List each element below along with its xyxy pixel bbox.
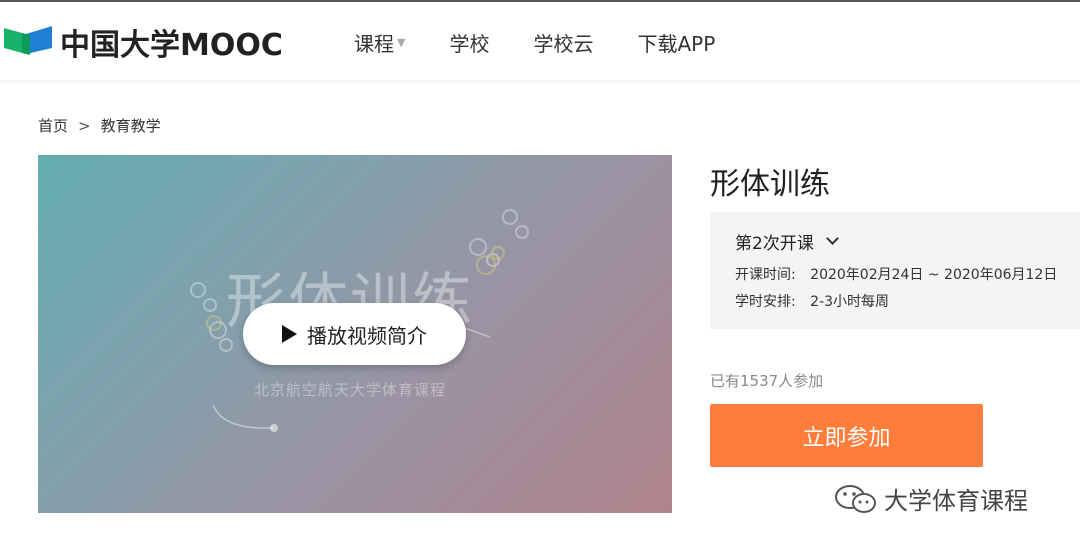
- course-title: 形体训练: [710, 167, 830, 202]
- nav-item-label: 课程: [354, 32, 394, 56]
- logo-text: 中国大学MOOC: [60, 28, 283, 63]
- enrollment-count: 已有1537人参加: [710, 372, 824, 390]
- breadcrumb-category-link[interactable]: 教育教学: [101, 115, 161, 136]
- nav-item-school-cloud[interactable]: 学校云: [533, 28, 593, 57]
- play-intro-label: 播放视频简介: [307, 323, 427, 348]
- nav-item-label: 学校云: [533, 32, 594, 56]
- course-time-label: 开课时间:: [735, 267, 796, 283]
- nav-item-download-app[interactable]: 下载APP: [637, 28, 715, 57]
- session-selector[interactable]: 第2次开课: [735, 229, 839, 254]
- play-intro-button[interactable]: 播放视频简介: [243, 303, 466, 365]
- top-border-line: [0, 0, 1080, 2]
- nav-item-courses[interactable]: 课程 ▼: [354, 28, 405, 57]
- session-label: 第2次开课: [735, 234, 814, 254]
- chevron-down-icon: [825, 232, 839, 245]
- mooc-logo-icon: [4, 26, 52, 55]
- video-cover[interactable]: 形体训练 北京航空航天大学体育课程 播放视频简介: [38, 155, 672, 513]
- watermark-text: 大学体育课程: [884, 487, 1028, 515]
- breadcrumb: 首页 > 教育教学: [38, 115, 161, 136]
- nav-item-label: 下载APP: [637, 32, 716, 56]
- caret-down-icon: ▼: [397, 36, 406, 49]
- nav-item-label: 学校: [449, 32, 490, 56]
- course-hours-label: 学时安排:: [735, 294, 796, 310]
- wechat-icon: [835, 484, 876, 513]
- breadcrumb-separator: >: [78, 116, 91, 135]
- course-time-row: 开课时间: 2020年02月24日 ~ 2020年06月12日: [735, 264, 1057, 284]
- nav-item-schools[interactable]: 学校: [449, 28, 489, 57]
- site-logo[interactable]: 中国大学MOOC: [4, 22, 283, 63]
- course-time-value: 2020年02月24日 ~ 2020年06月12日: [810, 267, 1058, 283]
- top-navigation-bar: 中国大学MOOC 课程 ▼ 学校 学校云 下载APP: [0, 0, 1080, 80]
- video-cover-subtitle: 北京航空航天大学体育课程: [254, 381, 447, 399]
- wechat-watermark: 大学体育课程: [834, 481, 1028, 516]
- join-course-label: 立即参加: [802, 425, 891, 451]
- course-hours-value: 2-3小时每周: [810, 294, 890, 310]
- join-course-button[interactable]: 立即参加: [710, 404, 983, 467]
- play-icon: [282, 325, 297, 343]
- main-nav: 课程 ▼ 学校 学校云 下载APP: [354, 28, 759, 57]
- course-hours-row: 学时安排: 2-3小时每周: [735, 291, 889, 311]
- session-info-panel: 第2次开课 开课时间: 2020年02月24日 ~ 2020年06月12日 学时…: [710, 212, 1080, 329]
- breadcrumb-home-link[interactable]: 首页: [38, 115, 68, 136]
